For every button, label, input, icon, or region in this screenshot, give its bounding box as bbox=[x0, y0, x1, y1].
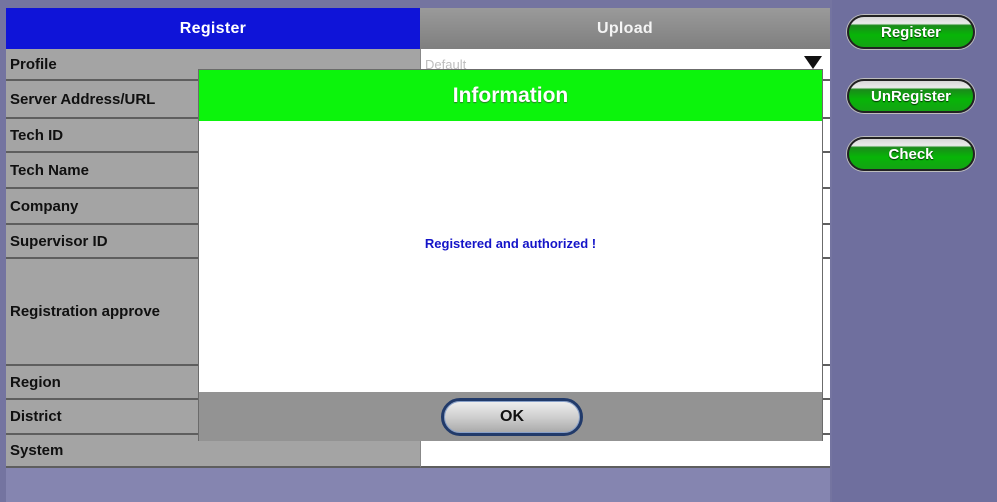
status-bar bbox=[6, 468, 830, 502]
dialog-footer: OK bbox=[199, 392, 822, 441]
dialog-title: Information bbox=[199, 70, 822, 121]
unregister-button[interactable]: UnRegister bbox=[847, 79, 975, 113]
ok-button[interactable]: OK bbox=[441, 398, 583, 436]
tab-register[interactable]: Register bbox=[6, 8, 420, 49]
check-button[interactable]: Check bbox=[847, 137, 975, 171]
information-dialog: Information Registered and authorized ! … bbox=[198, 69, 823, 441]
side-panel bbox=[832, 0, 997, 502]
tab-upload[interactable]: Upload bbox=[420, 8, 830, 49]
dialog-message: Registered and authorized ! bbox=[424, 236, 597, 251]
register-button[interactable]: Register bbox=[847, 15, 975, 49]
app-window: Register Upload Profile Default Server A… bbox=[0, 0, 997, 502]
chevron-down-icon[interactable] bbox=[804, 56, 822, 69]
